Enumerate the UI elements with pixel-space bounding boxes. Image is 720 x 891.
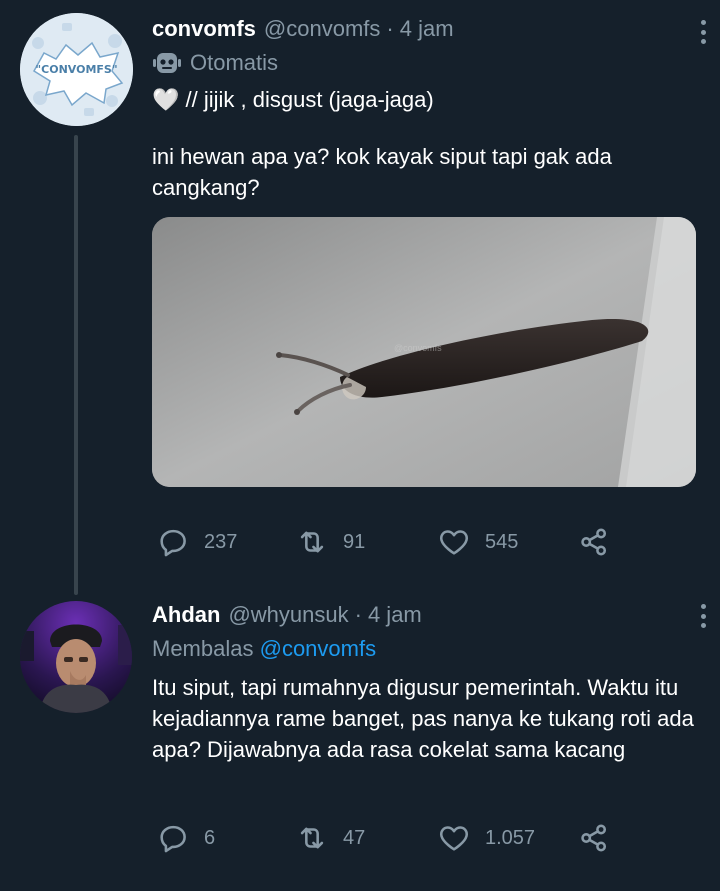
tweet-header: Ahdan @whyunsuk · 4 jam [152, 602, 696, 628]
share-icon [581, 528, 607, 556]
more-options-button[interactable] [696, 600, 710, 632]
more-options-button[interactable] [696, 16, 710, 48]
avatar-image [20, 601, 132, 713]
like-icon [439, 826, 469, 851]
tweet-line-1: 🤍 // jijik , disgust (jaga-jaga) [152, 87, 434, 112]
avatar-label: "CONVOMFS" [35, 63, 118, 76]
like-button[interactable]: 545 [437, 525, 518, 559]
automated-label: Otomatis [190, 50, 279, 75]
like-button[interactable]: 1.057 [437, 821, 535, 855]
reply-icon [160, 529, 186, 557]
automated-label-row: Otomatis [152, 50, 696, 76]
reply-icon [160, 825, 186, 853]
replying-to-prefix: Membalas [152, 636, 254, 661]
tweet-convomfs[interactable]: "CONVOMFS" convomfs @convomfs · 4 jam Ot… [0, 0, 720, 595]
more-icon [700, 20, 706, 25]
tweet-ahdan[interactable]: Ahdan @whyunsuk · 4 jam Membalas @convom… [0, 590, 720, 891]
replying-to: Membalas @convomfs [152, 636, 696, 662]
author-handle[interactable]: @whyunsuk [228, 602, 348, 628]
avatar-ahdan[interactable] [20, 601, 132, 713]
tweet-header: convomfs @convomfs · 4 jam [152, 16, 696, 42]
tweet-actions: 6 47 1.057 [0, 818, 720, 858]
reply-button[interactable]: 6 [156, 821, 215, 855]
tweet-actions: 237 91 545 [0, 522, 720, 562]
retweet-button[interactable]: 47 [295, 821, 365, 855]
author-name[interactable]: Ahdan [152, 602, 220, 628]
author-name[interactable]: convomfs [152, 16, 256, 42]
reply-count: 237 [204, 530, 238, 553]
image-watermark: @convomfs [394, 343, 442, 353]
replying-to-mention[interactable]: @convomfs [260, 636, 376, 661]
share-button[interactable] [577, 525, 611, 559]
author-handle[interactable]: @convomfs [264, 16, 380, 42]
avatar-convomfs[interactable]: "CONVOMFS" [20, 13, 133, 126]
tweet-text: ini hewan apa ya? kok kayak siput tapi g… [152, 144, 612, 200]
robot-icon [153, 53, 181, 73]
tweet-image[interactable]: @convomfs [152, 217, 696, 487]
timestamp[interactable]: 4 jam [400, 16, 454, 42]
reply-count: 6 [204, 826, 216, 849]
retweet-count: 47 [343, 826, 366, 849]
separator-dot: · [354, 602, 362, 627]
like-count: 545 [485, 530, 519, 553]
share-icon [581, 824, 607, 852]
reply-button[interactable]: 237 [156, 525, 237, 559]
timestamp[interactable]: 4 jam [368, 602, 422, 628]
like-count: 1.057 [485, 826, 536, 849]
tweet-text: Itu siput, tapi rumahnya digusur pemerin… [152, 675, 694, 762]
more-icon [700, 604, 706, 609]
like-icon [439, 530, 469, 555]
retweet-button[interactable]: 91 [295, 525, 365, 559]
retweet-icon [300, 827, 324, 849]
share-button[interactable] [577, 821, 611, 855]
separator-dot: · [386, 16, 394, 41]
retweet-count: 91 [343, 530, 366, 553]
retweet-icon [300, 531, 324, 553]
